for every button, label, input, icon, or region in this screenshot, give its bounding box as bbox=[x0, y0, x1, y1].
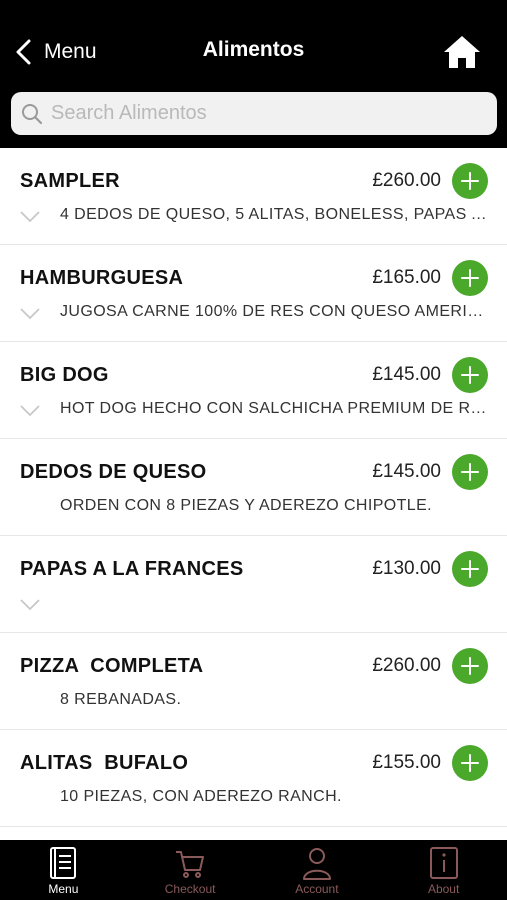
item-name: ALITAS BUFALO bbox=[20, 752, 189, 774]
menu-item[interactable]: ALITAS BUFALO £155.00 10 PIEZAS, CON ADERE… bbox=[0, 730, 507, 827]
tab-checkout[interactable]: Checkout bbox=[127, 840, 254, 900]
item-price: £260.00 bbox=[372, 655, 441, 676]
menu-item[interactable]: BIG DOG £145.00 HOT DOG HECHO CON SALCHICH… bbox=[0, 342, 507, 439]
home-icon bbox=[444, 36, 480, 68]
item-description: 8 REBANADAS. bbox=[60, 691, 182, 708]
tab-checkout-label: Checkout bbox=[164, 882, 216, 896]
item-description: 10 PIEZAS, CON ADEREZO RANCH. bbox=[60, 788, 342, 805]
menu-item[interactable]: PIZZA COMPLETA £260.00 8 REBANADAS. bbox=[0, 633, 507, 730]
item-description: 4 DEDOS DE QUESO, 5 ALITAS, BONELESS, PA… bbox=[60, 206, 490, 223]
item-description: HOT DOG HECHO CON SALCHICHA PREMIUM DE R… bbox=[60, 400, 490, 417]
item-description: JUGOSA CARNE 100% DE RES CON QUESO AMERI… bbox=[60, 303, 490, 320]
search-input[interactable] bbox=[49, 101, 473, 126]
tab-menu-label: Menu bbox=[48, 882, 79, 896]
add-to-cart-button[interactable] bbox=[452, 745, 488, 781]
tab-account[interactable]: Account bbox=[254, 840, 381, 900]
page-title: Alimentos bbox=[202, 38, 305, 61]
search-icon bbox=[22, 103, 43, 124]
item-name: PIZZA COMPLETA bbox=[20, 655, 204, 677]
add-to-cart-button[interactable] bbox=[452, 648, 488, 684]
chevron-down-icon[interactable] bbox=[20, 599, 40, 611]
add-to-cart-button[interactable] bbox=[452, 551, 488, 587]
info-icon bbox=[429, 847, 458, 879]
item-price: £145.00 bbox=[372, 461, 441, 482]
menu-item[interactable]: HAMBURGUESA £165.00 JUGOSA CARNE 100% DE R… bbox=[0, 245, 507, 342]
menu-item[interactable]: PAPAS A LA FRANCES £130.00 bbox=[0, 536, 507, 633]
item-name: BIG DOG bbox=[20, 364, 109, 386]
item-name: SAMPLER bbox=[20, 170, 120, 192]
add-to-cart-button[interactable] bbox=[452, 357, 488, 393]
item-name: PAPAS A LA FRANCES bbox=[20, 558, 244, 580]
item-description: ORDEN CON 8 PIEZAS Y ADEREZO CHIPOTLE. bbox=[60, 497, 433, 514]
chevron-down-icon[interactable] bbox=[20, 308, 40, 320]
item-price: £260.00 bbox=[372, 170, 441, 191]
cart-icon bbox=[176, 851, 205, 878]
menu-list: SAMPLER £260.00 4 DEDOS DE QUESO, 5 ALITAS… bbox=[0, 148, 507, 827]
item-price: £145.00 bbox=[372, 364, 441, 385]
person-icon bbox=[302, 848, 331, 880]
app-header: Menu Alimentos bbox=[0, 0, 507, 148]
tab-about[interactable]: About bbox=[380, 840, 507, 900]
tab-account-label: Account bbox=[295, 882, 339, 896]
tab-about-label: About bbox=[427, 882, 460, 896]
add-to-cart-button[interactable] bbox=[452, 163, 488, 199]
item-name: DEDOS DE QUESO bbox=[20, 461, 207, 483]
item-price: £130.00 bbox=[372, 558, 441, 579]
add-to-cart-button[interactable] bbox=[452, 260, 488, 296]
home-button[interactable] bbox=[443, 35, 481, 69]
search-bar[interactable] bbox=[11, 92, 497, 135]
chevron-down-icon[interactable] bbox=[20, 211, 40, 223]
chevron-down-icon[interactable] bbox=[20, 405, 40, 417]
menu-book-icon bbox=[50, 847, 77, 879]
add-to-cart-button[interactable] bbox=[452, 454, 488, 490]
tab-menu[interactable]: Menu bbox=[0, 840, 127, 900]
bottom-tab-bar: Menu Checkout Account About bbox=[0, 840, 507, 900]
item-name: HAMBURGUESA bbox=[20, 267, 184, 289]
menu-item[interactable]: SAMPLER £260.00 4 DEDOS DE QUESO, 5 ALITAS… bbox=[0, 148, 507, 245]
item-price: £165.00 bbox=[372, 267, 441, 288]
item-price: £155.00 bbox=[372, 752, 441, 773]
menu-item[interactable]: DEDOS DE QUESO £145.00 ORDEN CON 8 PIEZAS … bbox=[0, 439, 507, 536]
